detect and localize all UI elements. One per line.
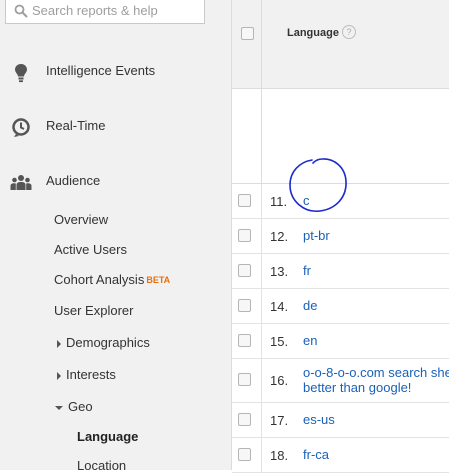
- row-number: 15.: [270, 334, 289, 349]
- report-table: Language ? 11. c 12. pt-br 13. fr 14. de…: [231, 0, 449, 473]
- sidebar-item-demographics[interactable]: Demographics: [57, 335, 150, 351]
- row-checkbox-cell: [232, 438, 262, 472]
- table-row: 17. es-us: [232, 403, 449, 438]
- sidebar-item-interests[interactable]: Interests: [57, 367, 116, 383]
- row-checkbox-cell: [232, 359, 262, 402]
- row-checkbox-cell: [232, 219, 262, 253]
- table-row: 13. fr: [232, 254, 449, 289]
- language-link-line-2[interactable]: better than google!: [303, 381, 411, 395]
- table-row: 12. pt-br: [232, 219, 449, 254]
- table-header: Language ?: [232, 0, 449, 89]
- table-row: 16. o-o-8-o-o.com search shell is better…: [232, 359, 449, 403]
- language-link[interactable]: es-us: [303, 413, 335, 427]
- sidebar-item-location[interactable]: Location: [77, 458, 126, 470]
- lightbulb-icon: [15, 64, 27, 83]
- row-checkbox[interactable]: [238, 334, 251, 347]
- sidebar-item-language[interactable]: Language: [77, 429, 138, 444]
- beta-badge: BETA: [146, 275, 171, 285]
- language-link[interactable]: fr: [303, 264, 311, 278]
- row-checkbox[interactable]: [238, 299, 251, 312]
- row-checkbox[interactable]: [238, 413, 251, 426]
- cohort-analysis-label: Cohort Analysis: [54, 272, 145, 287]
- row-checkbox-cell: [232, 289, 262, 323]
- row-checkbox[interactable]: [238, 373, 251, 386]
- sidebar: Intelligence Events Real-Time Audience O…: [0, 0, 231, 470]
- nav-real-time[interactable]: Real-Time: [0, 109, 231, 145]
- column-header-language[interactable]: Language: [287, 27, 339, 39]
- interests-label: Interests: [66, 367, 116, 382]
- row-checkbox-cell: [232, 324, 262, 358]
- nav-audience[interactable]: Audience: [0, 164, 231, 200]
- nav-intelligence-events[interactable]: Intelligence Events: [0, 54, 231, 90]
- row-number: 16.: [270, 373, 289, 388]
- header-checkbox-cell: [232, 0, 262, 88]
- demographics-label: Demographics: [66, 335, 150, 350]
- row-checkbox[interactable]: [238, 264, 251, 277]
- people-icon: [10, 175, 32, 190]
- sidebar-item-active-users[interactable]: Active Users: [54, 242, 127, 258]
- sidebar-item-user-explorer[interactable]: User Explorer: [54, 303, 133, 319]
- search-box[interactable]: [5, 0, 205, 24]
- row-checkbox-cell: [232, 184, 262, 218]
- table-row: 14. de: [232, 289, 449, 324]
- sidebar-item-geo[interactable]: Geo: [55, 399, 93, 415]
- select-all-checkbox[interactable]: [241, 27, 254, 40]
- row-number: 17.: [270, 413, 289, 428]
- row-number: 18.: [270, 448, 289, 463]
- sidebar-item-cohort-analysis[interactable]: Cohort Analysis BETA: [54, 272, 170, 288]
- expand-arrow-icon: [57, 339, 61, 348]
- nav-label: Intelligence Events: [46, 63, 156, 78]
- table-row: 11. c: [232, 184, 449, 219]
- language-link[interactable]: c: [303, 194, 310, 208]
- language-link[interactable]: pt-br: [303, 229, 330, 243]
- row-number: 14.: [270, 299, 289, 314]
- row-checkbox[interactable]: [238, 448, 251, 461]
- nav-label: Real-Time: [46, 118, 106, 133]
- language-link[interactable]: fr-ca: [303, 448, 329, 462]
- search-input[interactable]: [32, 0, 200, 20]
- expand-arrow-icon: [57, 371, 61, 380]
- row-checkbox[interactable]: [238, 229, 251, 242]
- row-checkbox[interactable]: [238, 194, 251, 207]
- language-link[interactable]: de: [303, 299, 317, 313]
- collapse-arrow-icon: [55, 405, 63, 410]
- summary-row: [232, 89, 449, 184]
- sidebar-item-overview[interactable]: Overview: [54, 212, 108, 228]
- row-checkbox-cell: [232, 254, 262, 288]
- nav-label: Audience: [46, 173, 101, 188]
- row-number: 11.: [270, 194, 288, 209]
- language-link[interactable]: en: [303, 334, 317, 348]
- summary-checkbox-cell: [232, 89, 262, 183]
- row-number: 12.: [270, 229, 289, 244]
- table-row: 18. fr-ca: [232, 438, 449, 473]
- clock-icon: [12, 118, 30, 137]
- help-icon[interactable]: ?: [342, 25, 356, 39]
- table-row: 15. en: [232, 324, 449, 359]
- row-checkbox-cell: [232, 403, 262, 437]
- search-icon: [14, 4, 28, 18]
- geo-label: Geo: [68, 399, 93, 414]
- language-link[interactable]: o-o-8-o-o.com search shell is: [303, 366, 449, 380]
- row-number: 13.: [270, 264, 289, 279]
